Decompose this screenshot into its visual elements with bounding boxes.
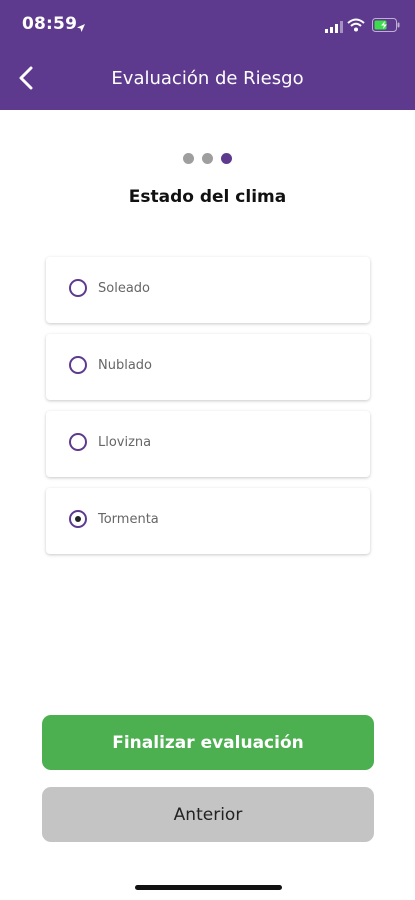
status-bar: 08:59 <box>0 0 415 50</box>
option-llovizna[interactable]: Llovizna <box>46 411 370 477</box>
option-label: Tormenta <box>98 512 159 527</box>
app-header: 08:59 Evaluación de Riesgo <box>0 0 415 110</box>
radio-button-selected[interactable] <box>69 510 87 528</box>
home-indicator <box>135 885 282 890</box>
cellular-signal-icon <box>325 18 343 37</box>
step-dot-1 <box>183 153 194 164</box>
question-title: Estado del clima <box>128 187 287 207</box>
step-indicator <box>0 153 415 164</box>
radio-button[interactable] <box>69 356 87 374</box>
step-dot-3-active <box>221 153 232 164</box>
option-label: Soleado <box>98 281 150 296</box>
radio-button[interactable] <box>69 433 87 451</box>
option-label: Nublado <box>98 358 152 373</box>
status-time: 08:59 <box>22 14 78 34</box>
option-soleado[interactable]: Soleado <box>46 257 370 323</box>
option-nublado[interactable]: Nublado <box>46 334 370 400</box>
radio-button[interactable] <box>69 279 87 297</box>
step-dot-2 <box>202 153 213 164</box>
wifi-icon <box>347 17 365 36</box>
page-title: Evaluación de Riesgo <box>111 68 304 89</box>
location-arrow-icon <box>76 18 86 37</box>
battery-icon <box>372 17 400 36</box>
finish-evaluation-button[interactable]: Finalizar evaluación <box>42 715 374 770</box>
previous-button[interactable]: Anterior <box>42 787 374 842</box>
option-tormenta[interactable]: Tormenta <box>46 488 370 554</box>
option-label: Llovizna <box>98 435 152 450</box>
